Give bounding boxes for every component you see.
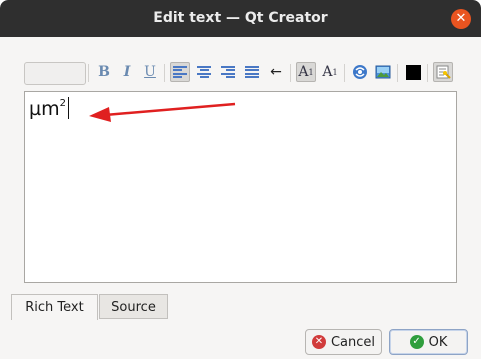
superscript-mark: 1 bbox=[308, 67, 314, 77]
italic-icon[interactable]: I bbox=[117, 62, 137, 82]
text-cursor bbox=[68, 97, 69, 119]
simplify-rich-text-icon[interactable] bbox=[433, 62, 453, 82]
cancel-icon: ✕ bbox=[311, 335, 326, 349]
align-right-icon[interactable] bbox=[218, 62, 238, 82]
editor-text-superscript: 2 bbox=[59, 98, 66, 109]
toolbar-separator bbox=[427, 64, 428, 82]
align-justify-icon[interactable] bbox=[242, 62, 262, 82]
title-bar[interactable]: Edit text — Qt Creator ✕ bbox=[0, 0, 481, 37]
tab-rich-text[interactable]: Rich Text bbox=[11, 294, 98, 320]
toolbar-separator bbox=[290, 64, 291, 82]
cancel-button[interactable]: ✕ Cancel bbox=[305, 329, 382, 355]
toolbar-separator bbox=[88, 64, 89, 82]
underline-glyph: U bbox=[144, 64, 156, 80]
ok-icon: ✓ bbox=[409, 335, 424, 349]
superscript-icon[interactable]: A1 bbox=[296, 62, 316, 82]
rich-text-editor[interactable]: µm2 bbox=[24, 91, 457, 283]
font-size-combobox[interactable] bbox=[24, 62, 86, 85]
right-to-left-icon[interactable]: ← bbox=[266, 62, 286, 82]
toolbar-separator bbox=[164, 64, 165, 82]
align-left-icon[interactable] bbox=[170, 62, 190, 82]
annotation-arrow bbox=[89, 102, 236, 122]
toolbar-separator bbox=[397, 64, 398, 82]
insert-link-icon[interactable] bbox=[350, 62, 370, 82]
formatting-toolbar: B I U ← A1 A1 bbox=[24, 60, 464, 86]
edit-text-dialog: Edit text — Qt Creator ✕ B I U ← A1 A1 µ… bbox=[0, 0, 481, 359]
ok-label: OK bbox=[428, 334, 448, 350]
ok-button[interactable]: ✓ OK bbox=[389, 329, 468, 355]
subscript-icon[interactable]: A1 bbox=[320, 62, 340, 82]
text-color-icon[interactable] bbox=[403, 62, 423, 82]
cancel-label: Cancel bbox=[330, 334, 376, 350]
close-button[interactable]: ✕ bbox=[451, 9, 471, 29]
editor-text-base: µm bbox=[29, 98, 60, 120]
editor-content: µm2 bbox=[29, 98, 66, 120]
subscript-base: A bbox=[322, 64, 333, 80]
underline-icon[interactable]: U bbox=[140, 62, 160, 82]
window-title: Edit text — Qt Creator bbox=[153, 10, 328, 26]
bold-icon[interactable]: B bbox=[94, 62, 114, 82]
toolbar-separator bbox=[344, 64, 345, 82]
tab-source[interactable]: Source bbox=[99, 294, 168, 319]
text-color-swatch bbox=[405, 64, 421, 80]
insert-image-icon[interactable] bbox=[373, 62, 393, 82]
subscript-mark: 1 bbox=[332, 67, 338, 77]
align-center-icon[interactable] bbox=[194, 62, 214, 82]
superscript-base: A bbox=[298, 64, 309, 80]
